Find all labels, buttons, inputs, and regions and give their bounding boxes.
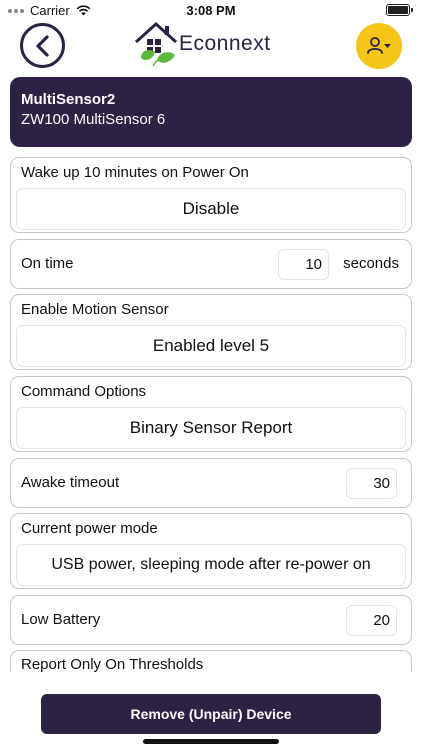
on-time-unit: seconds — [343, 255, 399, 272]
status-time: 3:08 PM — [186, 3, 236, 18]
setting-label: Awake timeout — [21, 474, 120, 491]
on-time-input[interactable]: 10 — [278, 249, 329, 280]
setting-label: Report Only On Thresholds — [21, 656, 204, 672]
battery-icon — [386, 4, 413, 16]
back-button[interactable] — [20, 23, 65, 68]
user-menu-icon — [367, 37, 391, 54]
setting-power-mode: Current power mode USB power, sleeping m… — [10, 513, 412, 589]
home-indicator — [143, 739, 279, 744]
power-mode-select[interactable]: USB power, sleeping mode after re-power … — [16, 544, 406, 586]
setting-label: On time — [21, 255, 74, 272]
setting-wake-up: Wake up 10 minutes on Power On Disable — [10, 157, 412, 233]
remove-device-button[interactable]: Remove (Unpair) Device — [41, 694, 381, 734]
user-menu-button[interactable] — [356, 23, 402, 69]
app-logo: Econnext — [133, 20, 293, 70]
setting-label: Low Battery — [21, 611, 101, 628]
setting-command-options: Command Options Binary Sensor Report — [10, 376, 412, 452]
setting-label: Enable Motion Sensor — [21, 301, 169, 318]
command-options-select[interactable]: Binary Sensor Report — [16, 407, 406, 449]
setting-report-thresholds: Report Only On Thresholds — [10, 650, 412, 672]
device-name: MultiSensor2 — [21, 91, 116, 108]
device-model: ZW100 MultiSensor 6 — [21, 111, 166, 128]
awake-timeout-input[interactable]: 30 — [346, 468, 397, 499]
setting-label: Current power mode — [21, 520, 158, 537]
brand-name: Econnext — [179, 32, 271, 55]
chevron-left-icon — [35, 34, 49, 57]
setting-low-battery: Low Battery 20 — [10, 595, 412, 645]
motion-sensor-select[interactable]: Enabled level 5 — [16, 325, 406, 367]
status-bar: Carrier 3:08 PM — [0, 0, 422, 20]
setting-on-time: On time 10 seconds — [10, 239, 412, 289]
wake-up-select[interactable]: Disable — [16, 188, 406, 230]
setting-awake-timeout: Awake timeout 30 — [10, 458, 412, 508]
device-info-card: MultiSensor2 ZW100 MultiSensor 6 — [10, 77, 412, 147]
setting-label: Wake up 10 minutes on Power On — [21, 164, 249, 181]
low-battery-input[interactable]: 20 — [346, 605, 397, 636]
setting-motion-sensor: Enable Motion Sensor Enabled level 5 — [10, 294, 412, 370]
house-leaf-logo — [134, 22, 178, 67]
app-header: Econnext — [0, 20, 422, 70]
setting-label: Command Options — [21, 383, 147, 400]
